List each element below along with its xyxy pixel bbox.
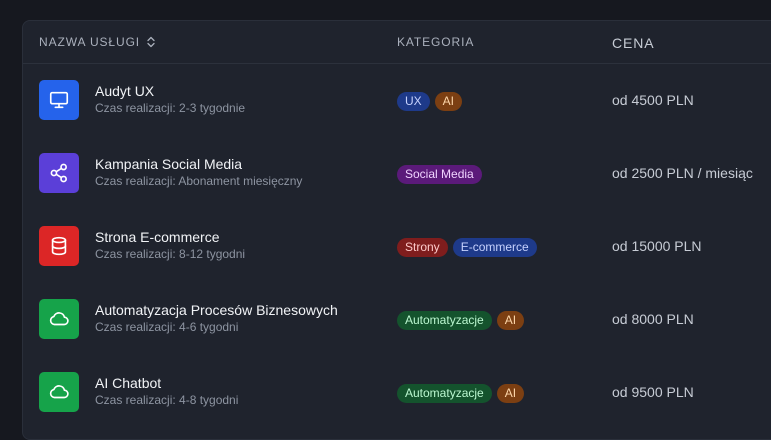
tag-ai: AI <box>496 384 525 403</box>
service-price: od 4500 PLN <box>612 92 694 108</box>
cloud-icon <box>39 299 79 339</box>
table-row[interactable]: Automatyzacja Procesów Biznesowych Czas … <box>23 283 771 356</box>
service-title: AI Chatbot <box>95 375 162 391</box>
table-row[interactable]: Strona E-commerce Czas realizacji: 8-12 … <box>23 210 771 283</box>
database-icon <box>39 226 79 266</box>
tag-list: UX AI <box>397 92 463 111</box>
monitor-icon <box>39 80 79 120</box>
service-price: od 9500 PLN <box>612 384 694 400</box>
share-icon <box>39 153 79 193</box>
tag-list: Strony E-commerce <box>397 238 537 257</box>
sort-icon[interactable] <box>146 36 156 48</box>
tag-ai: AI <box>434 92 463 111</box>
table-header: NAZWA USŁUGI KATEGORIA CENA <box>23 21 771 64</box>
tag-ai: AI <box>496 311 525 330</box>
table-row[interactable]: Kampania Social Media Czas realizacji: A… <box>23 137 771 210</box>
tag-list: Social Media <box>397 165 482 184</box>
tag-ux: UX <box>397 92 430 111</box>
tag-e-commerce: E-commerce <box>452 238 537 257</box>
service-price: od 2500 PLN / miesiąc <box>612 165 753 181</box>
tag-automatyzacje: Automatyzacje <box>397 311 492 330</box>
table-row[interactable]: Audyt UX Czas realizacji: 2-3 tygodnie U… <box>23 64 771 137</box>
tag-list: Automatyzacje AI <box>397 311 525 330</box>
service-title: Audyt UX <box>95 83 155 99</box>
service-price: od 15000 PLN <box>612 238 702 254</box>
column-header-category: KATEGORIA <box>397 35 475 49</box>
column-header-name-label: NAZWA USŁUGI <box>39 35 141 49</box>
column-header-price: CENA <box>612 35 655 51</box>
tag-social-media: Social Media <box>397 165 482 184</box>
service-duration: Czas realizacji: 4-6 tygodni <box>95 320 239 334</box>
service-price: od 8000 PLN <box>612 311 694 327</box>
service-duration: Czas realizacji: Abonament miesięczny <box>95 174 303 188</box>
service-duration: Czas realizacji: 2-3 tygodnie <box>95 101 246 115</box>
service-title: Kampania Social Media <box>95 156 243 172</box>
cloud-icon <box>39 372 79 412</box>
service-duration: Czas realizacji: 4-8 tygodni <box>95 393 239 407</box>
service-duration: Czas realizacji: 8-12 tygodni <box>95 247 246 261</box>
service-title: Strona E-commerce <box>95 229 220 245</box>
tag-list: Automatyzacje AI <box>397 384 525 403</box>
table-row[interactable]: AI Chatbot Czas realizacji: 4-8 tygodni … <box>23 356 771 429</box>
tag-strony: Strony <box>397 238 448 257</box>
service-title: Automatyzacja Procesów Biznesowych <box>95 302 338 318</box>
services-table: NAZWA USŁUGI KATEGORIA CENA Audyt UX Cza… <box>22 20 771 440</box>
column-header-name[interactable]: NAZWA USŁUGI <box>39 35 156 49</box>
tag-automatyzacje: Automatyzacje <box>397 384 492 403</box>
